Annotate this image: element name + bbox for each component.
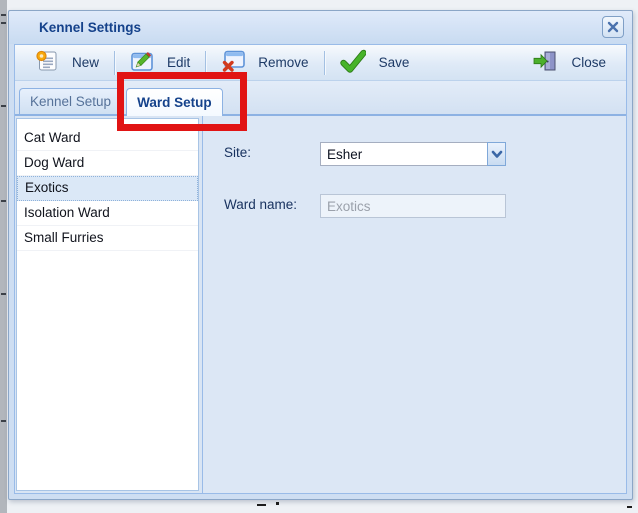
toolbar: New Edit Remove Save Close — [15, 45, 626, 81]
ward-setup-panel: Cat Ward Dog Ward Exotics Isolation Ward… — [15, 116, 626, 493]
list-item-small-furries[interactable]: Small Furries — [17, 226, 198, 251]
list-item-cat-ward[interactable]: Cat Ward — [17, 126, 198, 151]
new-document-icon — [35, 49, 59, 76]
tab-strip: Kennel Setup Ward Setup — [15, 81, 626, 116]
site-combobox — [320, 142, 506, 166]
background-mark — [1, 293, 6, 295]
chevron-down-icon — [491, 150, 502, 158]
background-mark — [276, 502, 279, 505]
window-titlebar[interactable]: Kennel Settings — [9, 11, 632, 44]
ward-name-field[interactable] — [320, 194, 506, 218]
save-checkmark-icon — [339, 49, 367, 76]
close-door-icon — [532, 49, 558, 76]
list-item-exotics[interactable]: Exotics — [17, 176, 198, 201]
edit-button[interactable]: Edit — [118, 47, 202, 78]
background-mark — [1, 14, 6, 16]
toolbar-separator — [323, 50, 325, 75]
close-button[interactable]: Close — [520, 47, 618, 78]
tab-ward-setup[interactable]: Ward Setup — [126, 88, 223, 116]
list-item-dog-ward[interactable]: Dog Ward — [17, 151, 198, 176]
site-combo-input[interactable] — [320, 142, 487, 166]
background-mark — [1, 22, 6, 24]
background-mark — [1, 200, 6, 202]
close-x-icon — [607, 21, 619, 33]
ward-name-label: Ward name: — [224, 197, 298, 212]
toolbar-separator — [114, 50, 116, 75]
window-close-button[interactable] — [602, 16, 624, 38]
screen: Kennel Settings New Edit Remove Save Clo… — [0, 0, 638, 513]
remove-window-icon — [221, 49, 246, 76]
background-window-edge — [0, 0, 7, 513]
new-button[interactable]: New — [23, 47, 111, 78]
edit-button-label: Edit — [167, 55, 191, 70]
background-mark — [257, 504, 266, 506]
site-combo-trigger[interactable] — [487, 142, 506, 166]
site-label: Site: — [224, 145, 252, 160]
remove-button-label: Remove — [258, 55, 309, 70]
background-mark — [1, 420, 6, 422]
window-content: New Edit Remove Save Close Kennel Setup … — [14, 44, 627, 494]
ward-form: Site: Ward name: — [202, 116, 626, 493]
window-title: Kennel Settings — [39, 20, 142, 35]
toolbar-separator — [205, 50, 207, 75]
save-button[interactable]: Save — [328, 47, 422, 78]
list-item-isolation-ward[interactable]: Isolation Ward — [17, 201, 198, 226]
tab-kennel-setup[interactable]: Kennel Setup — [19, 88, 123, 114]
tab-kennel-setup-label: Kennel Setup — [30, 94, 112, 109]
ward-list: Cat Ward Dog Ward Exotics Isolation Ward… — [16, 118, 199, 491]
kennel-settings-window: Kennel Settings New Edit Remove Save Clo… — [8, 10, 633, 500]
close-button-label: Close — [571, 55, 606, 70]
save-button-label: Save — [378, 55, 410, 70]
tab-ward-setup-label: Ward Setup — [137, 95, 212, 110]
remove-button[interactable]: Remove — [209, 47, 320, 78]
background-mark — [1, 105, 6, 107]
edit-pencil-icon — [130, 49, 154, 76]
background-mark — [627, 506, 632, 508]
new-button-label: New — [72, 55, 100, 70]
